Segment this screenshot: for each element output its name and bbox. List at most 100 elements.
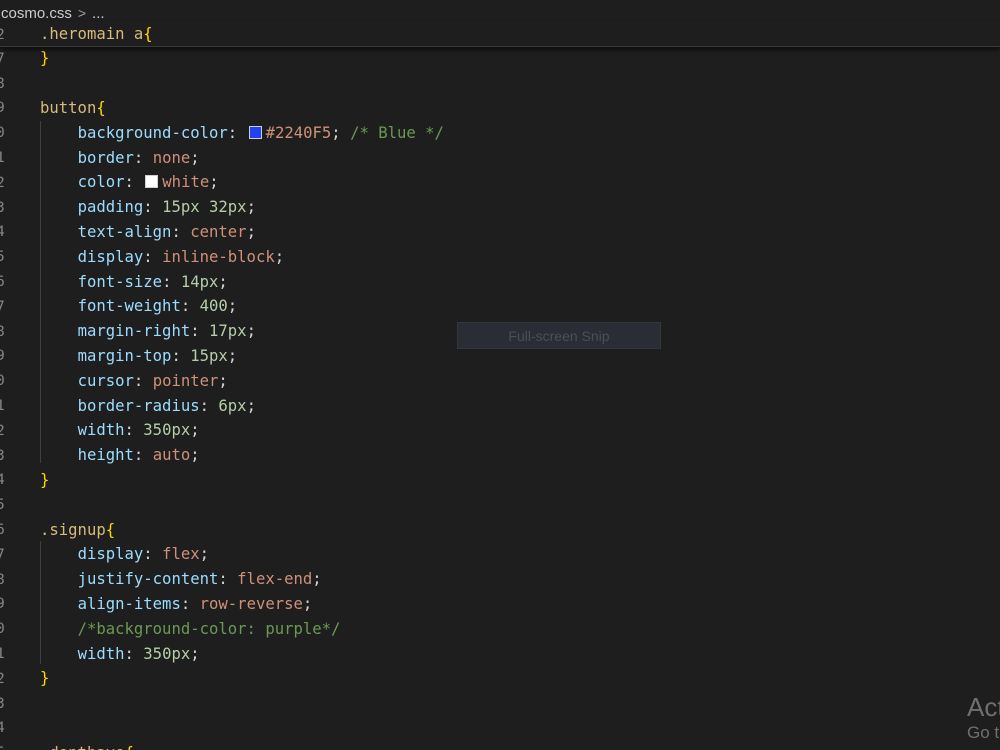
code-text[interactable]: width: 350px; (40, 421, 200, 439)
code-text[interactable]: /*background-color: purple*/ (40, 619, 341, 638)
breadcrumb-file[interactable]: cosmo.css (1, 5, 72, 22)
line-number: 6 (0, 521, 5, 539)
code-text[interactable]: width: 350px; (40, 645, 200, 663)
snip-tooltip-label: Full-screen Snip (508, 327, 610, 344)
css-brace: { (96, 98, 106, 117)
css-property: width (77, 644, 125, 663)
colon: : (171, 222, 191, 241)
code-text[interactable]: color: white; (40, 173, 219, 191)
css-property: width (77, 421, 125, 440)
code-line[interactable]: 7 display: flex; (0, 542, 1000, 567)
semicolon: ; (331, 123, 341, 142)
code-line[interactable]: 0 /*background-color: purple*/ (0, 616, 1000, 641)
line-number: 8 (0, 322, 5, 340)
code-text[interactable]: display: flex; (40, 545, 209, 563)
line-number: 4 (0, 223, 5, 241)
code-text[interactable]: height: auto; (40, 446, 200, 464)
line-number: 1 (0, 149, 5, 167)
code-text[interactable]: margin-right: 17px; (40, 322, 256, 340)
line-number: 2 (0, 25, 5, 43)
breadcrumb-more[interactable]: ... (92, 5, 105, 22)
code-text[interactable]: padding: 15px 32px; (40, 198, 256, 216)
line-number: 8 (0, 570, 5, 588)
semicolon: ; (274, 247, 285, 266)
semicolon: ; (190, 421, 200, 440)
code-text[interactable]: button{ (40, 99, 106, 117)
code-line[interactable]: 3 padding: 15px 32px; (0, 195, 1000, 220)
css-value: #2240F5 (265, 123, 332, 142)
colon: : (124, 644, 144, 663)
code-line[interactable]: 3 height: auto; (0, 443, 1000, 468)
code-line[interactable]: 2} (0, 666, 1000, 691)
code-line[interactable]: 3 (0, 691, 1000, 716)
code-line[interactable]: 4 text-align: center; (0, 220, 1000, 245)
code-line[interactable]: 4 (0, 716, 1000, 741)
code-line[interactable]: 5 display: inline-block; (0, 244, 1000, 269)
line-number: 9 (0, 347, 5, 365)
css-value: inline-block (162, 247, 275, 266)
color-swatch-icon[interactable] (248, 125, 262, 139)
code-text[interactable]: justify-content: flex-end; (40, 570, 322, 588)
code-line[interactable]: 0 cursor: pointer; (0, 368, 1000, 393)
code-text[interactable]: background-color: #2240F5; /* Blue */ (40, 124, 444, 142)
code-line[interactable]: 2 color: white; (0, 170, 1000, 195)
code-text[interactable]: .heromain a{ (40, 25, 153, 43)
line-number: 7 (0, 49, 5, 67)
code-line[interactable]: 1 border: none; (0, 145, 1000, 170)
code-line[interactable]: 0 background-color: #2240F5; /* Blue */ (0, 120, 1000, 145)
code-text[interactable]: display: inline-block; (40, 247, 285, 266)
code-line[interactable]: 9 button{ (0, 96, 1000, 121)
colon: : (199, 396, 219, 415)
code-text[interactable]: cursor: pointer; (40, 372, 228, 390)
code-editor[interactable]: cosmo.css > ... 2 .heromain a{ 7} 8 9 butto… (0, 0, 1000, 750)
color-swatch-icon[interactable] (145, 175, 159, 189)
css-brace: { (125, 744, 134, 750)
code-text[interactable]: font-weight: 400; (40, 297, 238, 316)
indent-guide (40, 541, 41, 664)
code-text[interactable]: .signup{ (40, 521, 115, 539)
code-text[interactable]: align-items: row-reverse; (40, 595, 313, 613)
sticky-scroll-line[interactable]: 2 .heromain a{ (0, 22, 1000, 47)
activation-watermark: Act Go t (967, 692, 1000, 744)
code-text[interactable]: } (40, 471, 49, 489)
code-line[interactable]: 1 border-radius: 6px; (0, 393, 1000, 418)
colon: : (133, 148, 153, 167)
colon: : (124, 173, 144, 192)
code-line[interactable]: 7} (0, 46, 1000, 71)
code-line[interactable]: 6 font-size: 14px; (0, 269, 1000, 294)
css-value: 400 (199, 297, 228, 316)
line-number: 3 (0, 446, 5, 464)
snip-tooltip[interactable]: Full-screen Snip (457, 322, 661, 349)
code-line[interactable]: 4} (0, 468, 1000, 493)
code-line[interactable]: 5 (0, 492, 1000, 517)
code-text[interactable]: } (40, 49, 49, 67)
code-line[interactable]: 1 width: 350px; (0, 641, 1000, 666)
css-property: border-radius (77, 396, 200, 415)
code-text[interactable]: font-size: 14px; (40, 273, 228, 291)
css-value: flex-end (237, 570, 313, 589)
code-line[interactable]: 6 .signup{ (0, 517, 1000, 542)
code-line[interactable]: 2 width: 350px; (0, 418, 1000, 443)
code-line[interactable]: 8 justify-content: flex-end; (0, 567, 1000, 592)
code-text[interactable]: border-radius: 6px; (40, 397, 256, 415)
code-line[interactable]: 5 .donthave{ (0, 740, 1000, 750)
code-text[interactable]: text-align: center; (40, 223, 256, 241)
code-text[interactable]: border: none; (40, 149, 200, 167)
code-text[interactable]: } (40, 669, 49, 687)
css-brace: } (40, 669, 50, 688)
css-brace: { (143, 25, 153, 44)
code-text[interactable]: margin-top: 15px; (40, 347, 238, 365)
code-line[interactable]: 7 font-weight: 400; (0, 294, 1000, 319)
code-line[interactable]: 8 (0, 71, 1000, 96)
css-comment: /*background-color: purple*/ (77, 619, 341, 638)
line-number: 2 (0, 669, 5, 687)
code-text[interactable]: .donthave{ (40, 744, 134, 750)
code-line[interactable]: 9 align-items: row-reverse; (0, 592, 1000, 617)
